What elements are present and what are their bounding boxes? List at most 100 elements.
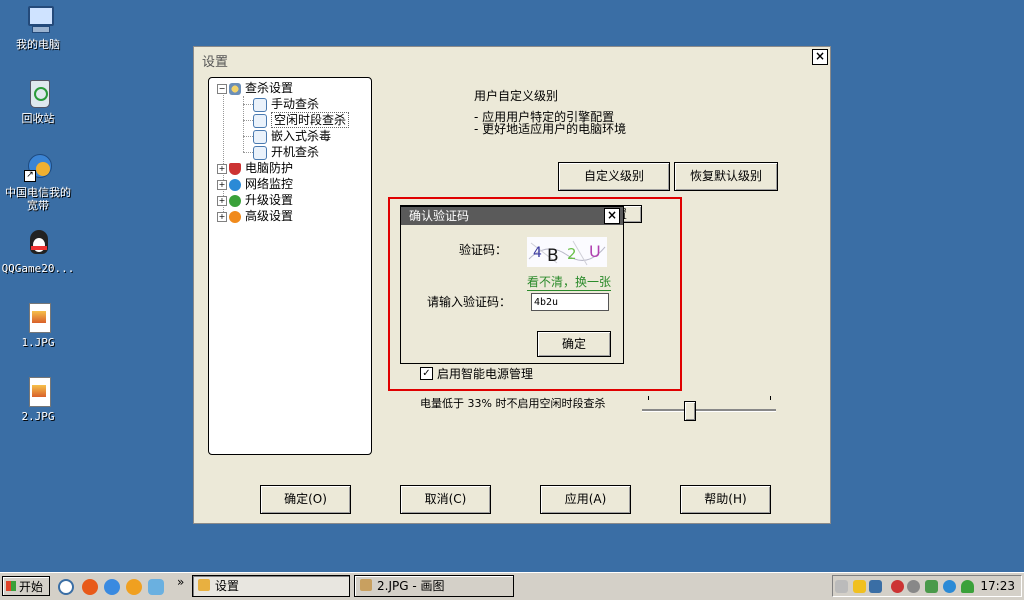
expand-icon[interactable]: + <box>217 163 227 174</box>
paint-app-icon <box>360 579 372 591</box>
tree-item-embedded-scan[interactable]: 嵌入式杀毒 <box>253 128 331 144</box>
svg-text:B: B <box>547 246 559 266</box>
tree-item-label: 手动查杀 <box>271 97 320 111</box>
start-label: 开始 <box>19 580 44 594</box>
dialog-title: 确认验证码 <box>409 209 470 223</box>
tree-item-label: 查杀设置 <box>245 81 294 95</box>
window-titlebar[interactable]: 设置 × <box>194 47 830 70</box>
help-button[interactable]: 帮助(H) <box>680 485 771 514</box>
desktop-icon-2-jpg[interactable]: 2.JPG <box>0 376 76 423</box>
restore-default-level-button[interactable]: 恢复默认级别 <box>674 162 778 191</box>
battery-slider-thumb[interactable] <box>684 401 696 421</box>
umbrella-icon[interactable] <box>961 580 974 593</box>
system-tray: 17:23 <box>832 575 1022 597</box>
globe-icon <box>229 178 241 191</box>
shield-icon <box>229 162 241 175</box>
desktop-icon-label: 中国电信我的宽带 <box>5 186 71 212</box>
window-title: 设置 <box>202 55 229 70</box>
browser-icon[interactable] <box>82 579 98 595</box>
tree-connector <box>243 152 253 153</box>
desktop-icon-my-computer[interactable]: 我的电脑 <box>0 4 76 51</box>
qq-icon[interactable] <box>126 579 142 595</box>
document-icon <box>253 129 267 144</box>
tree-item-network-monitor[interactable]: + 网络监控 <box>217 176 293 192</box>
windows-logo-icon <box>6 581 16 591</box>
tree-item-label: 升级设置 <box>245 193 294 207</box>
tree-connector <box>243 136 253 137</box>
disk-icon[interactable] <box>907 580 920 593</box>
tree-item-label: 网络监控 <box>245 177 294 191</box>
document-icon <box>253 113 267 128</box>
tree-item-label: 高级设置 <box>245 209 294 223</box>
close-icon: × <box>814 49 826 63</box>
settings-tree: − 查杀设置 手动查杀 空闲时段查杀 嵌入式杀毒 开机查杀 + 电脑防护 + 网络监控… <box>208 77 372 455</box>
tree-item-label: 空闲时段查杀 <box>271 112 350 128</box>
qqgame-icon <box>22 228 54 260</box>
keyboard-icon[interactable] <box>835 580 848 593</box>
level-title: 用户自定义级别 <box>474 89 559 103</box>
desktop-icon-recycle-bin[interactable]: 回收站 <box>0 78 76 125</box>
security-icon[interactable] <box>891 580 904 593</box>
dialog-titlebar[interactable]: 确认验证码 × <box>401 207 623 225</box>
expand-icon[interactable]: + <box>217 179 227 190</box>
slider-tick <box>648 396 649 400</box>
captcha-input-label: 请输入验证码： <box>427 295 512 309</box>
globe-icon[interactable] <box>943 580 956 593</box>
captcha-input[interactable]: 4b2u <box>531 293 609 311</box>
tree-item-manual-scan[interactable]: 手动查杀 <box>253 96 319 112</box>
antivirus-icon[interactable] <box>148 579 164 595</box>
internet-explorer-icon[interactable] <box>104 579 120 595</box>
cancel-button[interactable]: 取消(C) <box>400 485 491 514</box>
tree-item-label: 开机查杀 <box>271 145 320 159</box>
apply-button[interactable]: 应用(A) <box>540 485 631 514</box>
captcha-label: 验证码： <box>459 243 508 257</box>
slider-tick <box>770 396 771 400</box>
taskbar-button-label: 2.JPG - 画图 <box>377 579 445 593</box>
desktop-icon-label: 1.JPG <box>21 336 55 349</box>
expand-icon[interactable]: + <box>217 211 227 222</box>
tree-item-scan-settings[interactable]: − 查杀设置 <box>217 80 293 96</box>
captcha-dialog: 确认验证码 × 验证码： 4 B 2 U 看不清，换一张 请输入验证码： 4b2… <box>400 206 624 364</box>
recycle-bin-icon <box>22 78 54 110</box>
ok-button[interactable]: 确定(O) <box>260 485 351 514</box>
taskbar-button-paint[interactable]: 2.JPG - 画图 <box>354 575 514 597</box>
taskbar-button-settings[interactable]: 设置 <box>192 575 350 597</box>
tree-item-idle-scan[interactable]: 空闲时段查杀 <box>253 112 350 128</box>
dialog-close-button[interactable]: × <box>604 208 620 224</box>
desktop-icon-1-jpg[interactable]: 1.JPG <box>0 302 76 349</box>
tree-item-update-settings[interactable]: + 升级设置 <box>217 192 293 208</box>
desktop-icon-qqgame[interactable]: QQGame20... <box>0 228 76 275</box>
svg-text:4: 4 <box>533 245 542 261</box>
level-description: - 应用用户特定的引擎配置 - 更好地适应用户的电脑环境 <box>474 111 626 135</box>
document-icon <box>253 145 267 160</box>
battery-slider-track[interactable] <box>642 409 776 412</box>
desktop-icon-label: 我的电脑 <box>16 38 60 51</box>
window-close-button[interactable]: × <box>812 49 828 65</box>
tree-item-advanced-settings[interactable]: + 高级设置 <box>217 208 293 224</box>
tree-item-boot-scan[interactable]: 开机查杀 <box>253 144 319 160</box>
svg-text:2: 2 <box>567 245 577 263</box>
quick-launch-chevron[interactable]: » <box>177 575 184 589</box>
jpg-file-icon <box>22 376 54 408</box>
collapse-icon[interactable]: − <box>217 83 227 94</box>
captcha-noise-icon: 4 B 2 U <box>528 240 606 266</box>
settings-app-icon <box>198 579 210 591</box>
clock: 17:23 <box>980 579 1015 593</box>
update-icon[interactable] <box>925 580 938 593</box>
network-icon[interactable] <box>869 580 882 593</box>
jpg-file-icon <box>22 302 54 334</box>
captcha-ok-button[interactable]: 确定 <box>537 331 611 357</box>
tree-item-pc-protection[interactable]: + 电脑防护 <box>217 160 293 176</box>
expand-icon[interactable]: + <box>217 195 227 206</box>
svg-text:U: U <box>589 242 601 261</box>
taskbar-button-label: 设置 <box>215 579 240 593</box>
desktop-icon-broadband[interactable]: ↗ 中国电信我的宽带 <box>0 152 76 212</box>
custom-level-button[interactable]: 自定义级别 <box>558 162 670 191</box>
desktop-icon-label: 回收站 <box>21 112 55 125</box>
refresh-captcha-link[interactable]: 看不清，换一张 <box>527 273 612 291</box>
folder-icon[interactable] <box>853 580 866 593</box>
media-player-icon[interactable] <box>58 579 74 595</box>
tree-item-label: 嵌入式杀毒 <box>271 129 332 143</box>
level-description-line: - 更好地适应用户的电脑环境 <box>474 122 627 136</box>
start-button[interactable]: 开始 <box>2 576 50 596</box>
